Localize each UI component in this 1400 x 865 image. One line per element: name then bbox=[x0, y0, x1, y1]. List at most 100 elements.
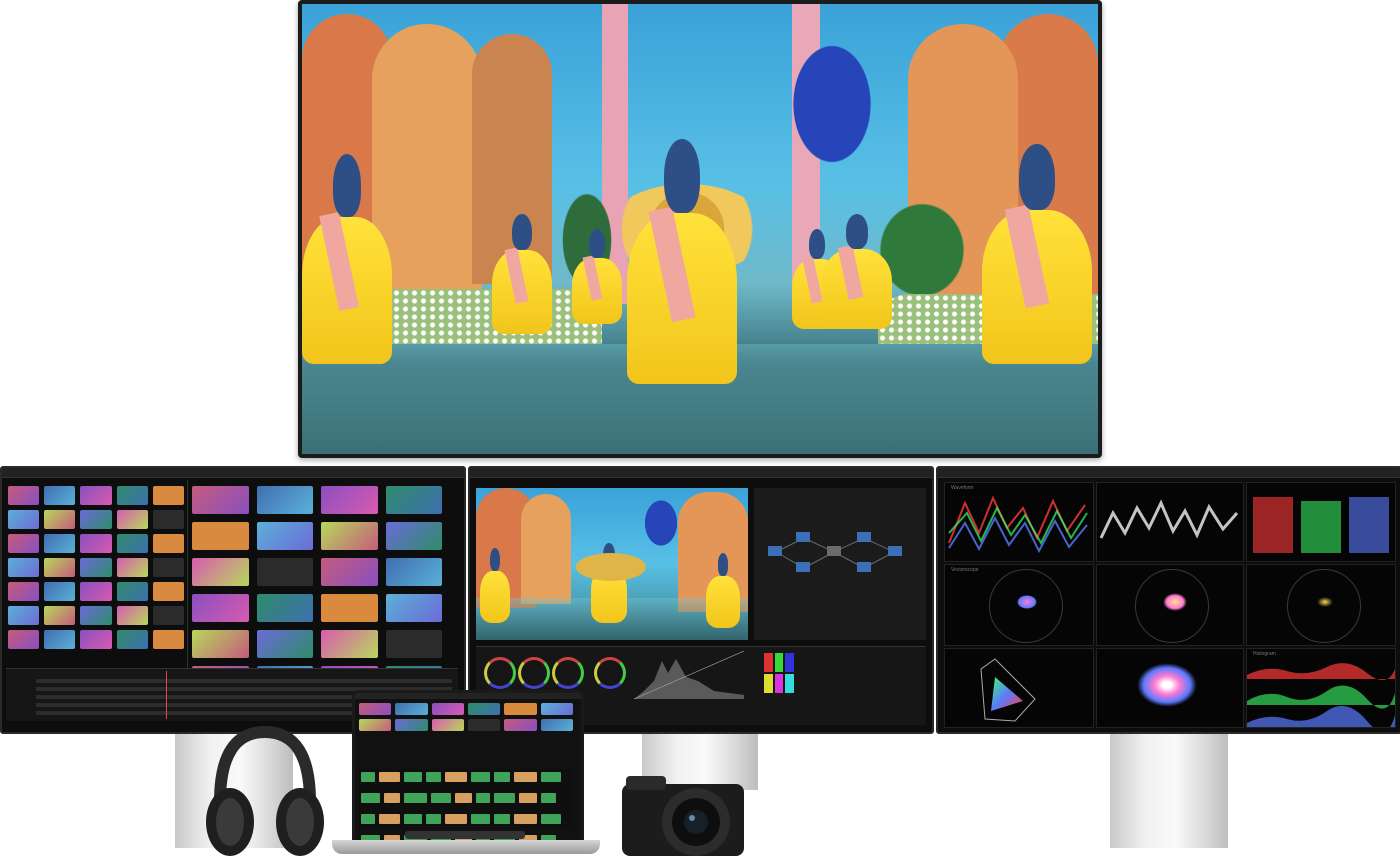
audio-clip[interactable] bbox=[379, 814, 400, 824]
audio-clip[interactable] bbox=[541, 793, 556, 803]
clip-thumbnail[interactable] bbox=[44, 486, 76, 505]
clip-thumbnail[interactable] bbox=[192, 486, 249, 514]
clip-thumbnail[interactable] bbox=[8, 558, 40, 577]
audio-clip[interactable] bbox=[541, 772, 561, 782]
clip-thumbnail[interactable] bbox=[116, 630, 148, 649]
clip-thumbnail[interactable] bbox=[152, 582, 184, 601]
clip-thumbnail[interactable] bbox=[431, 719, 464, 731]
media-pool-list[interactable] bbox=[8, 486, 184, 649]
audio-clip[interactable] bbox=[471, 814, 490, 824]
audio-clip[interactable] bbox=[361, 772, 375, 782]
dock[interactable] bbox=[405, 831, 525, 839]
clip-thumbnail[interactable] bbox=[80, 558, 112, 577]
audio-clip[interactable] bbox=[494, 793, 515, 803]
clip-thumbnail[interactable] bbox=[192, 558, 249, 586]
laptop-clip-grid[interactable] bbox=[359, 703, 573, 731]
clip-thumbnail[interactable] bbox=[385, 522, 442, 550]
clip-thumbnail[interactable] bbox=[359, 719, 392, 731]
audio-clip[interactable] bbox=[431, 793, 451, 803]
viewer[interactable] bbox=[476, 488, 748, 640]
audio-clip[interactable] bbox=[514, 814, 537, 824]
audio-clip[interactable] bbox=[494, 772, 510, 782]
audio-clip[interactable] bbox=[455, 793, 472, 803]
clip-thumbnail[interactable] bbox=[116, 606, 148, 625]
color-wheel-gamma[interactable] bbox=[518, 657, 550, 689]
laptop-audio-timeline[interactable] bbox=[359, 769, 573, 843]
clip-thumbnail[interactable] bbox=[80, 510, 112, 529]
node-5[interactable] bbox=[857, 532, 871, 542]
clip-thumbnail[interactable] bbox=[44, 582, 76, 601]
clip-thumbnail[interactable] bbox=[116, 534, 148, 553]
clip-thumbnail[interactable] bbox=[540, 703, 573, 715]
clip-thumbnail[interactable] bbox=[192, 630, 249, 658]
audio-clip[interactable] bbox=[404, 793, 427, 803]
clip-thumbnail[interactable] bbox=[44, 558, 76, 577]
clip-thumbnail[interactable] bbox=[192, 594, 249, 622]
node-1[interactable] bbox=[768, 546, 782, 556]
clip-thumbnail[interactable] bbox=[116, 510, 148, 529]
clip-thumbnail[interactable] bbox=[256, 558, 313, 586]
node-4[interactable] bbox=[827, 546, 841, 556]
color-wheel-gain[interactable] bbox=[552, 657, 584, 689]
clip-thumbnail[interactable] bbox=[44, 630, 76, 649]
clip-thumbnail[interactable] bbox=[192, 522, 249, 550]
clip-thumbnail[interactable] bbox=[256, 630, 313, 658]
clip-thumbnail[interactable] bbox=[359, 703, 392, 715]
audio-clip[interactable] bbox=[361, 793, 380, 803]
clip-thumbnail[interactable] bbox=[395, 719, 428, 731]
color-wheel-offset[interactable] bbox=[594, 657, 626, 689]
clip-thumbnail[interactable] bbox=[80, 486, 112, 505]
audio-clip[interactable] bbox=[379, 772, 400, 782]
playhead[interactable] bbox=[166, 671, 167, 719]
clip-thumbnail[interactable] bbox=[321, 630, 378, 658]
clip-thumbnail[interactable] bbox=[467, 703, 501, 715]
audio-clip[interactable] bbox=[404, 814, 422, 824]
clip-thumbnail[interactable] bbox=[385, 594, 442, 622]
clip-thumbnail[interactable] bbox=[152, 486, 184, 505]
clip-thumbnail[interactable] bbox=[80, 630, 112, 649]
node-3[interactable] bbox=[796, 562, 810, 572]
audio-clip[interactable] bbox=[514, 772, 537, 782]
clip-thumbnail[interactable] bbox=[504, 703, 537, 715]
clip-thumbnail[interactable] bbox=[152, 534, 184, 553]
clip-thumbnail[interactable] bbox=[431, 703, 464, 715]
audio-clip[interactable] bbox=[476, 793, 490, 803]
clip-thumbnail[interactable] bbox=[321, 486, 378, 514]
clip-thumbnail[interactable] bbox=[8, 534, 40, 553]
clip-thumbnail[interactable] bbox=[44, 510, 76, 529]
clip-thumbnail[interactable] bbox=[80, 606, 112, 625]
node-2[interactable] bbox=[796, 532, 810, 542]
clip-thumbnail[interactable] bbox=[8, 630, 40, 649]
node-7[interactable] bbox=[888, 546, 902, 556]
clip-thumbnail[interactable] bbox=[321, 558, 378, 586]
clip-thumbnail[interactable] bbox=[385, 558, 442, 586]
audio-clip[interactable] bbox=[445, 772, 467, 782]
audio-clip[interactable] bbox=[426, 814, 441, 824]
audio-clip[interactable] bbox=[445, 814, 467, 824]
clip-thumbnail[interactable] bbox=[8, 486, 40, 505]
clip-thumbnail[interactable] bbox=[80, 534, 112, 553]
media-pool-grid[interactable] bbox=[192, 486, 442, 694]
clip-thumbnail[interactable] bbox=[504, 719, 537, 731]
clip-thumbnail[interactable] bbox=[395, 703, 428, 715]
clip-thumbnail[interactable] bbox=[321, 594, 378, 622]
clip-thumbnail[interactable] bbox=[44, 606, 76, 625]
audio-clip[interactable] bbox=[404, 772, 422, 782]
clip-thumbnail[interactable] bbox=[116, 582, 148, 601]
clip-thumbnail[interactable] bbox=[8, 582, 40, 601]
clip-thumbnail[interactable] bbox=[256, 594, 313, 622]
clip-thumbnail[interactable] bbox=[8, 606, 40, 625]
clip-thumbnail[interactable] bbox=[256, 486, 313, 514]
clip-thumbnail[interactable] bbox=[152, 510, 184, 529]
clip-thumbnail[interactable] bbox=[385, 486, 442, 514]
clip-thumbnail[interactable] bbox=[152, 606, 184, 625]
audio-clip[interactable] bbox=[471, 772, 490, 782]
audio-clip[interactable] bbox=[361, 814, 375, 824]
clip-thumbnail[interactable] bbox=[321, 522, 378, 550]
curves-histogram[interactable] bbox=[634, 651, 744, 699]
audio-clip[interactable] bbox=[541, 814, 561, 824]
clip-thumbnail[interactable] bbox=[256, 522, 313, 550]
audio-clip[interactable] bbox=[494, 814, 510, 824]
node-6[interactable] bbox=[857, 562, 871, 572]
clip-thumbnail[interactable] bbox=[116, 486, 148, 505]
